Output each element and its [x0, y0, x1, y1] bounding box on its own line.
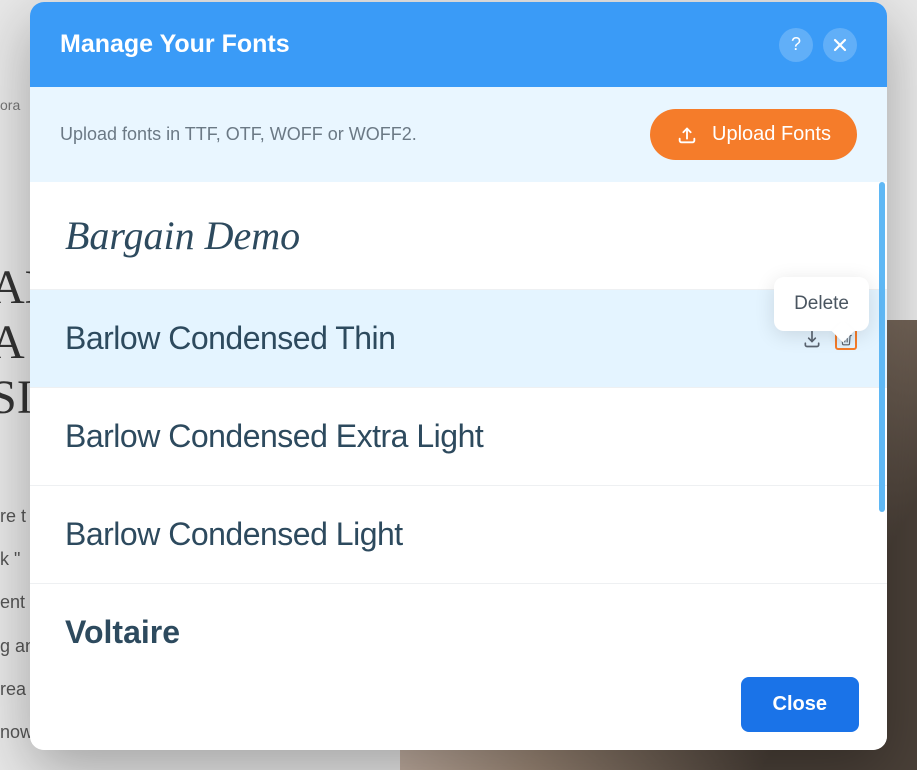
font-name-label: Barlow Condensed Extra Light: [65, 418, 483, 455]
help-button[interactable]: ?: [779, 28, 813, 62]
header-icons: ?: [779, 28, 857, 62]
font-name-label: Barlow Condensed Thin: [65, 320, 395, 357]
font-row[interactable]: Barlow Condensed Thin: [30, 290, 887, 388]
scrollbar-thumb[interactable]: [879, 182, 885, 512]
font-row[interactable]: Voltaire: [30, 584, 887, 659]
modal-title: Manage Your Fonts: [60, 30, 290, 59]
upload-bar: Upload fonts in TTF, OTF, WOFF or WOFF2.…: [30, 87, 887, 182]
scrollbar[interactable]: [879, 182, 885, 659]
close-button[interactable]: Close: [741, 677, 859, 732]
font-name-label: Voltaire: [65, 614, 180, 651]
font-row[interactable]: Barlow Condensed Light: [30, 486, 887, 584]
upload-icon: [676, 124, 698, 146]
help-icon: ?: [791, 34, 801, 55]
close-icon: [833, 38, 847, 52]
upload-hint: Upload fonts in TTF, OTF, WOFF or WOFF2.: [60, 124, 417, 145]
upload-button-label: Upload Fonts: [712, 123, 831, 146]
download-icon: [802, 329, 822, 349]
upload-fonts-button[interactable]: Upload Fonts: [650, 109, 857, 160]
delete-tooltip: Delete: [774, 277, 869, 331]
font-row[interactable]: Barlow Condensed Extra Light: [30, 388, 887, 486]
font-row[interactable]: Bargain Demo: [30, 182, 887, 290]
backdrop-text: ora: [0, 90, 20, 121]
font-name-label: Bargain Demo: [65, 212, 300, 259]
font-list[interactable]: Delete Bargain Demo Barlow Condensed Thi…: [30, 182, 887, 659]
manage-fonts-modal: Manage Your Fonts ? Upload fonts in TTF,…: [30, 2, 887, 750]
font-name-label: Barlow Condensed Light: [65, 516, 403, 553]
modal-footer: Close: [30, 659, 887, 750]
modal-header: Manage Your Fonts ?: [30, 2, 887, 87]
close-icon-button[interactable]: [823, 28, 857, 62]
